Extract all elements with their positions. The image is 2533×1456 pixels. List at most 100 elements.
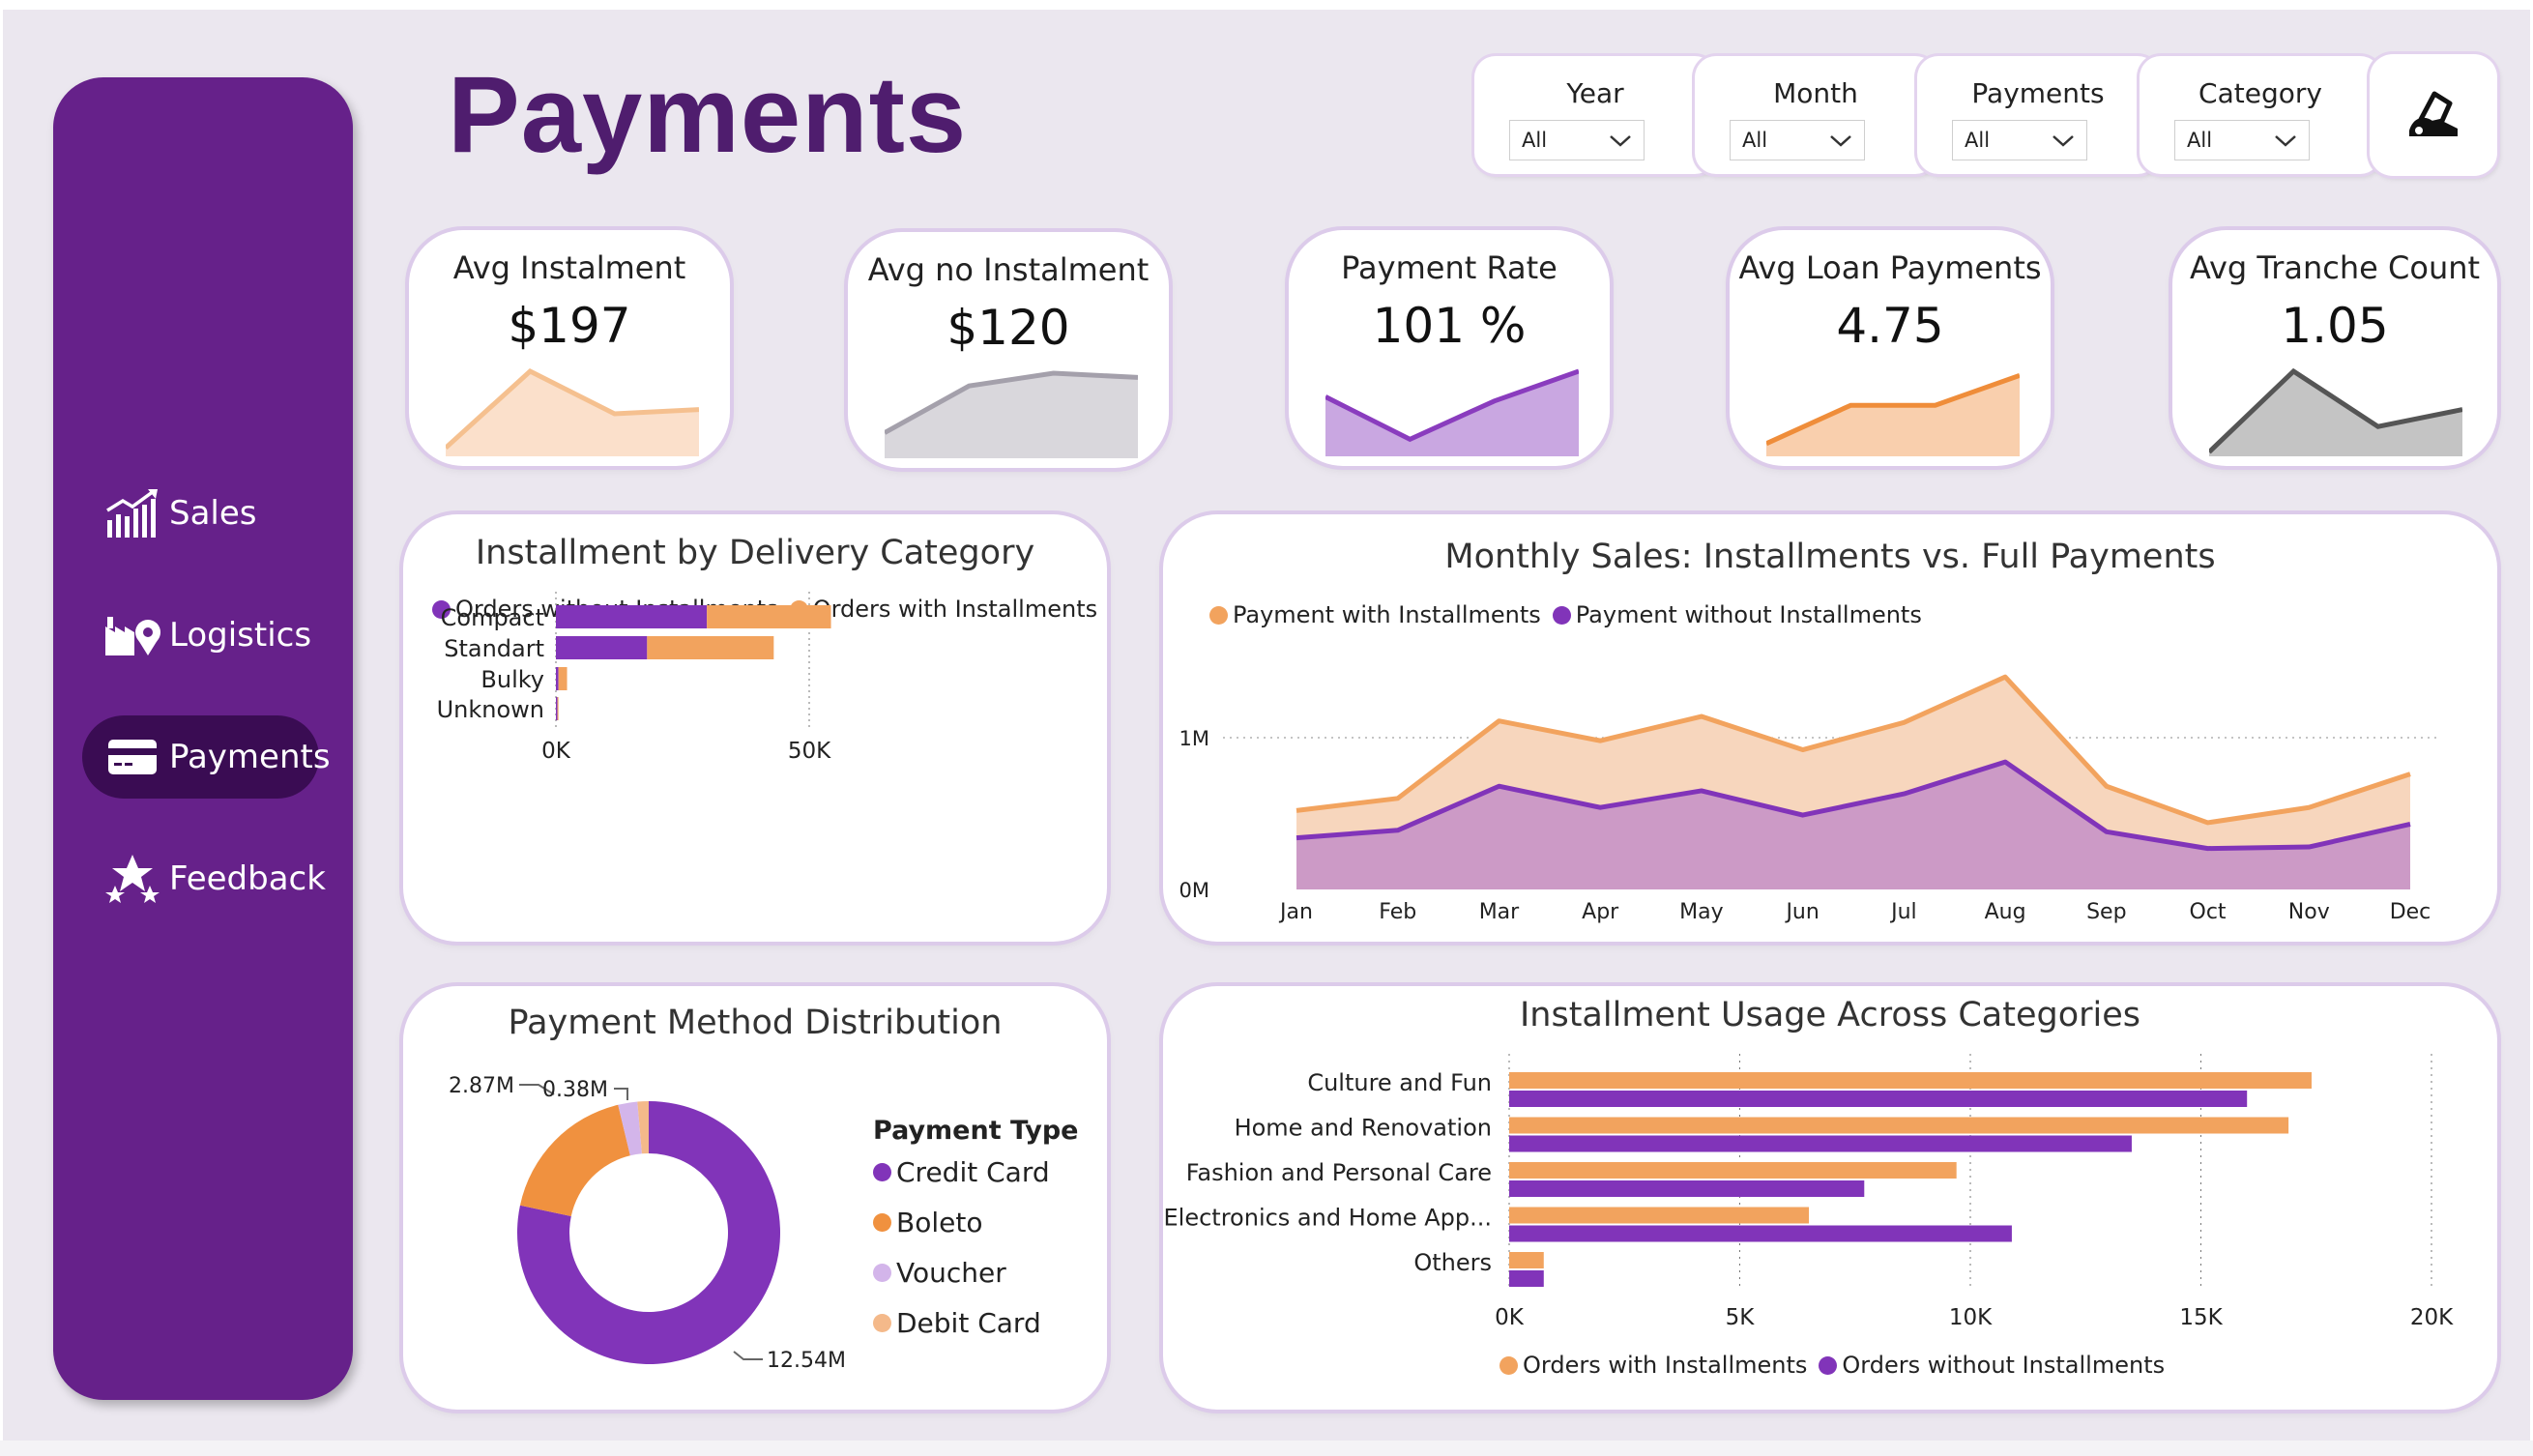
legend-item-credit-card: Credit Card <box>873 1156 1050 1188</box>
delivery-category-chart-card: Installment by Delivery Category Orders … <box>403 514 1107 942</box>
bar <box>556 667 559 690</box>
kpi-title: Avg no Instalment <box>867 251 1150 288</box>
legend-dot <box>873 1314 891 1332</box>
kpi-card-avg-tranche-count: Avg Tranche Count 1.05 <box>2172 230 2497 466</box>
x-tick-label: Feb <box>1379 900 1416 924</box>
kpi-sparkline <box>2209 367 2462 456</box>
x-tick-label: 10K <box>1949 1305 1993 1330</box>
bar <box>1509 1252 1544 1268</box>
kpi-title: Payment Rate <box>1341 249 1558 286</box>
category-label: Bulky <box>480 666 544 693</box>
category-dropdown[interactable]: All <box>2174 120 2310 160</box>
reset-filters-button[interactable] <box>2370 54 2497 176</box>
bar <box>556 697 558 720</box>
sidebar-item-logistics[interactable]: Logistics <box>82 594 314 677</box>
filter-label: Year <box>1566 77 1624 109</box>
installment-usage-chart-card: Installment Usage Across Categories 0K 5K… <box>1163 986 2497 1410</box>
chevron-down-icon <box>2275 135 2296 147</box>
category-filter: Category All <box>2140 56 2381 174</box>
legend-dot <box>873 1213 891 1232</box>
sidebar-item-label: Logistics <box>169 616 312 655</box>
month-dropdown[interactable]: All <box>1730 120 1865 160</box>
legend-label: Credit Card <box>896 1156 1050 1188</box>
kpi-card-avg-instalment: Avg Instalment $197 <box>409 230 730 466</box>
legend-dot <box>873 1264 891 1282</box>
legend-item: Orders with Installments <box>1523 1352 1808 1379</box>
x-tick-label: Jul <box>1889 900 1917 924</box>
sidebar-item-feedback[interactable]: Feedback <box>82 837 326 920</box>
x-tick-label: Mar <box>1479 900 1520 924</box>
kpi-title: Avg Instalment <box>452 249 686 286</box>
filter-value: All <box>1965 129 1991 152</box>
x-tick-label: 5K <box>1726 1305 1756 1330</box>
kpi-value: $197 <box>508 298 631 354</box>
filter-value: All <box>2187 129 2213 152</box>
kpi-sparkline <box>1766 373 2020 456</box>
legend-item-voucher: Voucher <box>873 1257 1006 1289</box>
monthly-area-chart: 1M 0M Jan Feb Mar Apr May Jun Jul Aug Sep Oct Nov Dec <box>1179 674 2439 924</box>
credit-card-icon <box>103 728 161 786</box>
category-label: Electronics and Home App... <box>1164 1205 1493 1232</box>
bar <box>556 636 648 659</box>
sidebar-item-payments[interactable]: Payments <box>82 715 331 799</box>
legend-item-boleto: Boleto <box>873 1207 982 1238</box>
dashboard-canvas: Sales Logistics Payments Feedback Paymen… <box>3 10 2530 1441</box>
donut-slice <box>519 1104 630 1216</box>
chevron-down-icon <box>1830 135 1851 147</box>
y-tick-label: 0M <box>1179 879 1209 902</box>
stars-feedback-icon <box>103 850 161 908</box>
data-label: 2.87M <box>449 1074 514 1098</box>
category-label: Unknown <box>437 696 544 723</box>
kpi-value: 101 % <box>1372 298 1527 354</box>
bar <box>1509 1180 1865 1197</box>
category-label: Culture and Fun <box>1307 1069 1492 1096</box>
sidebar-item-sales[interactable]: Sales <box>82 472 314 555</box>
legend-label: Voucher <box>896 1257 1006 1289</box>
category-label: Compact <box>441 604 544 631</box>
category-label: Standart <box>444 635 544 662</box>
kpi-sparkline <box>446 367 699 456</box>
bar <box>647 636 774 659</box>
chevron-down-icon <box>2053 135 2074 147</box>
bar <box>556 605 708 628</box>
sales-chart-icon <box>103 484 161 542</box>
bar <box>707 605 831 628</box>
sidebar-item-label: Sales <box>169 494 257 533</box>
data-label: 0.38M <box>542 1078 608 1102</box>
legend-title: Payment Type <box>873 1116 1079 1146</box>
sparkline-area <box>885 373 1138 458</box>
x-tick-label: Jan <box>1278 900 1313 924</box>
payment-method-donut: 12.54M 2.87M 0.38M <box>449 1074 846 1373</box>
x-tick-label: Apr <box>1582 900 1619 924</box>
x-tick-label: 15K <box>2179 1305 2223 1330</box>
chevron-down-icon <box>1610 135 1631 147</box>
payments-dropdown[interactable]: All <box>1952 120 2087 160</box>
filter-label: Month <box>1773 77 1858 109</box>
category-label: Home and Renovation <box>1235 1115 1492 1142</box>
installment-usage-bar-chart: 0K 5K 10K 15K 20K Culture and Fun Home and Ren… <box>1164 1054 2454 1330</box>
x-tick-label: Sep <box>2086 900 2126 924</box>
data-label: 12.54M <box>767 1349 846 1373</box>
legend-label: Boleto <box>896 1207 983 1238</box>
bar <box>1509 1135 2132 1152</box>
kpi-value: $120 <box>946 300 1070 356</box>
payment-method-chart-card: Payment Method Distribution 12.54M 2.87M 0… <box>403 986 1107 1410</box>
x-tick-label: 50K <box>788 739 831 764</box>
year-dropdown[interactable]: All <box>1509 120 1645 160</box>
chart-legend: Orders with Installments Orders without … <box>1499 1352 2165 1379</box>
legend-item-debit-card: Debit Card <box>873 1307 1041 1339</box>
kpi-value: 4.75 <box>1836 298 1944 354</box>
y-tick-label: 1M <box>1179 727 1209 750</box>
kpi-title: Avg Tranche Count <box>2189 249 2481 286</box>
bar <box>1509 1225 2012 1242</box>
leader-line <box>614 1088 628 1100</box>
legend-dot <box>873 1163 891 1181</box>
page-title: Payments <box>448 54 968 175</box>
kpi-card-payment-rate: Payment Rate 101 % <box>1289 230 1610 466</box>
filter-value: All <box>1742 129 1768 152</box>
bar <box>558 667 568 690</box>
legend-label: Debit Card <box>896 1307 1041 1339</box>
x-tick-label: Dec <box>2390 900 2431 924</box>
leader-line <box>733 1351 763 1360</box>
x-tick-label: 0K <box>541 739 571 764</box>
